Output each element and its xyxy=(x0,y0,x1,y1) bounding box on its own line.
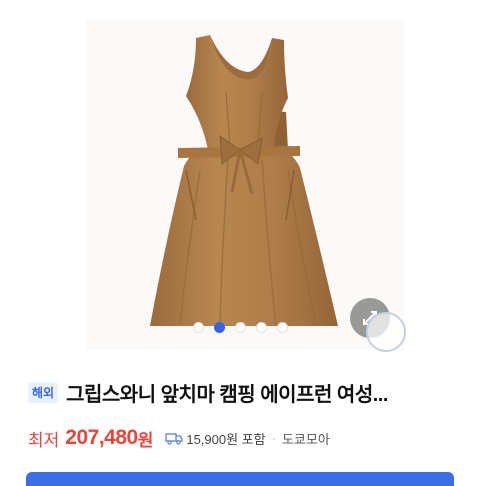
overseas-badge: 해외 xyxy=(28,381,59,403)
product-title-row[interactable]: 해외 그립스와니 앞치마 캠핑 에이프런 여성... xyxy=(28,376,468,408)
product-image[interactable] xyxy=(0,0,480,355)
lowest-price-label: 최저 xyxy=(28,430,60,450)
pagination-dot[interactable] xyxy=(192,321,204,333)
price-row: 최저 207,480 원 15,900원 포함 · 도쿄모아 xyxy=(28,424,468,452)
separator-dot: · xyxy=(271,430,276,446)
pagination-dot[interactable] xyxy=(255,321,267,333)
price-unit: 원 xyxy=(137,430,154,450)
seller-name[interactable]: 도쿄모아 xyxy=(282,429,330,448)
shipping-info: 15,900원 포함 xyxy=(165,429,266,448)
shipping-text: 15,900원 포함 xyxy=(186,431,266,447)
pagination-dot[interactable] xyxy=(276,321,288,333)
product-title[interactable]: 그립스와니 앞치마 캠핑 에이프런 여성... xyxy=(66,378,388,407)
pagination-dot[interactable] xyxy=(234,321,246,333)
truck-icon xyxy=(165,432,183,445)
product-image-gallery[interactable] xyxy=(0,0,480,355)
gallery-pagination[interactable] xyxy=(0,317,480,337)
price-value: 207,480 xyxy=(65,426,138,449)
buy-button[interactable] xyxy=(26,472,454,486)
pagination-dot-active[interactable] xyxy=(213,321,225,333)
